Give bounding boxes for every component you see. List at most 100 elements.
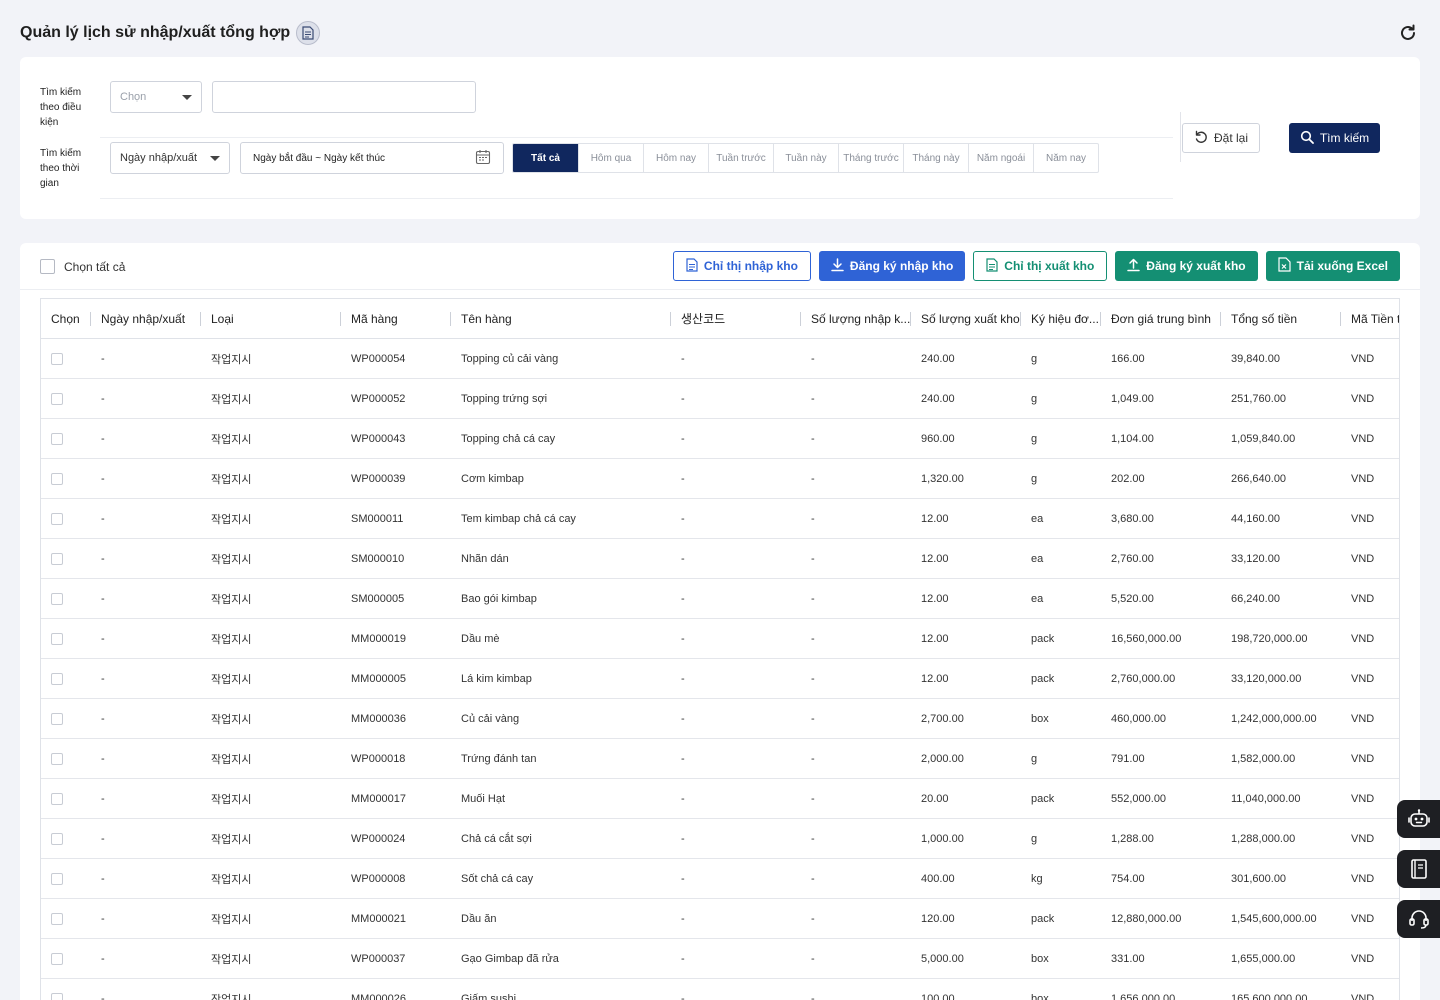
table-cell: 1,049.00: [1111, 392, 1154, 405]
table-cell: 754.00: [1111, 872, 1145, 885]
column-header[interactable]: Tổng số tiền: [1221, 299, 1341, 338]
table-row[interactable]: - 작업지시 SM000011 Tem kimbap chả cá cay - - 12.0…: [41, 499, 1399, 539]
time-type-select[interactable]: Ngày nhập/xuất: [110, 142, 230, 174]
page-header: Quản lý lịch sử nhập/xuất tổng hợp: [20, 18, 1420, 48]
row-checkbox[interactable]: [51, 872, 63, 885]
table-row[interactable]: - 작업지시 WP000052 Topping trứng sợi - - 240.00 g 1…: [41, 379, 1399, 419]
condition-input[interactable]: [212, 81, 476, 113]
table-cell: 작업지시: [211, 353, 252, 366]
row-checkbox[interactable]: [51, 752, 63, 765]
outbound-register-button[interactable]: Đăng ký xuất kho: [1115, 251, 1258, 281]
table-row[interactable]: - 작업지시 WP000039 Cơm kimbap - - 1,320.00 g 202.00…: [41, 459, 1399, 499]
table-row[interactable]: - 작업지시 MM000017 Muối Hạt - - 20.00 pack 552,000.…: [41, 779, 1399, 819]
inbound-register-button[interactable]: Đăng ký nhập kho: [818, 251, 966, 281]
period-tab-today[interactable]: Hôm nay: [643, 144, 708, 172]
page-title: Quản lý lịch sử nhập/xuất tổng hợp: [20, 24, 291, 41]
headset-support-icon[interactable]: [1397, 900, 1440, 938]
download-excel-button[interactable]: Tải xuống Excel: [1265, 251, 1400, 281]
row-checkbox[interactable]: [51, 432, 63, 445]
table-cell: -: [681, 792, 685, 805]
table-row[interactable]: - 작업지시 WP000024 Chả cá cắt sợi - - 1,000.00 g 1,…: [41, 819, 1399, 859]
upload-icon: [1127, 258, 1141, 275]
table-cell: Gạo Gimbap đã rửa: [461, 952, 559, 965]
row-checkbox[interactable]: [51, 832, 63, 845]
inbound-instruction-button[interactable]: Chỉ thị nhập kho: [672, 251, 811, 281]
table-row[interactable]: - 작업지시 MM000019 Dầu mè - - 12.00 pack 16,560,000…: [41, 619, 1399, 659]
condition-select[interactable]: Chọn: [110, 81, 202, 113]
document-icon[interactable]: [296, 21, 321, 45]
table-cell: -: [681, 752, 685, 765]
period-tab-this-week[interactable]: Tuần này: [773, 144, 838, 172]
row-checkbox[interactable]: [51, 672, 63, 685]
row-checkbox[interactable]: [51, 792, 63, 805]
floating-actions: [1397, 800, 1440, 938]
column-header[interactable]: Chọn: [41, 299, 91, 338]
table-row[interactable]: - 작업지시 SM000010 Nhãn dán - - 12.00 ea 2,760.00 33…: [41, 539, 1399, 579]
table-row[interactable]: - 작업지시 MM000036 Củ cải vàng - - 2,700.00 box 460…: [41, 699, 1399, 739]
column-header[interactable]: Mã hàng: [341, 299, 451, 338]
select-all-checkbox[interactable]: Chọn tất cả: [40, 259, 125, 274]
outbound-instruction-button[interactable]: Chỉ thị xuất kho: [973, 251, 1108, 281]
chatbot-icon[interactable]: [1397, 800, 1440, 838]
chevron-down-icon: [182, 94, 192, 100]
column-header[interactable]: Số lượng nhập k...: [801, 299, 911, 338]
period-tab-this-year[interactable]: Năm nay: [1033, 144, 1098, 172]
period-tab-yesterday[interactable]: Hôm qua: [578, 144, 643, 172]
table-cell: -: [811, 832, 815, 845]
table-row[interactable]: - 작업지시 SM000005 Bao gói kimbap - - 12.00 ea 5,52…: [41, 579, 1399, 619]
date-range-picker[interactable]: Ngày bắt đầu ~ Ngày kết thúc: [240, 142, 504, 174]
table-row[interactable]: - 작업지시 WP000008 Sốt chả cá cay - - 400.00 kg 754…: [41, 859, 1399, 899]
column-header[interactable]: 생산코드: [671, 299, 801, 338]
toolbar-divider: [20, 289, 1420, 290]
refresh-icon[interactable]: [1398, 23, 1418, 43]
period-tab-last-month[interactable]: Tháng trước: [838, 144, 903, 172]
row-checkbox[interactable]: [51, 552, 63, 565]
row-checkbox[interactable]: [51, 392, 63, 405]
row-select-cell: [41, 339, 91, 378]
row-checkbox[interactable]: [51, 592, 63, 605]
table-cell: 3,680.00: [1111, 512, 1154, 525]
table-row[interactable]: - 작업지시 WP000054 Topping củ cải vàng - - 240.00…: [41, 339, 1399, 379]
reset-button[interactable]: Đặt lại: [1182, 123, 1260, 153]
table-cell: 460,000.00: [1111, 712, 1167, 725]
table-row[interactable]: - 작업지시 WP000043 Topping chả cá cay - - 960.00 g…: [41, 419, 1399, 459]
column-header[interactable]: Mã Tiền tệ: [1341, 299, 1399, 338]
table-cell: 251,760.00: [1231, 392, 1287, 405]
row-checkbox[interactable]: [51, 912, 63, 925]
row-checkbox[interactable]: [51, 472, 63, 485]
period-tab-all[interactable]: Tất cả: [513, 144, 578, 172]
table-row[interactable]: - 작업지시 MM000005 Lá kim kimbap - - 12.00 pack 2,7…: [41, 659, 1399, 699]
table-row[interactable]: - 작업지시 MM000021 Dầu ăn - - 120.00 pack 12,880,00…: [41, 899, 1399, 939]
column-header[interactable]: Loại: [201, 299, 341, 338]
manual-book-icon[interactable]: [1397, 850, 1440, 888]
period-tab-this-month[interactable]: Tháng này: [903, 144, 968, 172]
table-cell: VND: [1351, 352, 1375, 365]
checkbox[interactable]: [40, 259, 55, 274]
column-header[interactable]: Ký hiệu đơ...: [1021, 299, 1101, 338]
table-cell: g: [1031, 472, 1038, 485]
table-cell: MM000019: [351, 632, 407, 645]
table-cell: SM000011: [351, 512, 404, 525]
row-checkbox[interactable]: [51, 712, 63, 725]
table-cell: VND: [1351, 872, 1375, 885]
row-checkbox[interactable]: [51, 632, 63, 645]
table-cell: VND: [1351, 712, 1375, 725]
search-button[interactable]: Tìm kiếm: [1289, 123, 1380, 153]
table-row[interactable]: - 작업지시 WP000018 Trứng đánh tan - - 2,000.00 g 79…: [41, 739, 1399, 779]
table-row[interactable]: - 작업지시 MM000026 Giấm sushi - - 100.00 box 1,656,…: [41, 979, 1399, 1000]
table-cell: Topping chả cá cay: [461, 432, 556, 445]
column-header[interactable]: Ngày nhập/xuất: [91, 299, 201, 338]
column-header[interactable]: Tên hàng: [451, 299, 671, 338]
table-row[interactable]: - 작업지시 WP000037 Gạo Gimbap đã rửa - - 5,000.00…: [41, 939, 1399, 979]
row-checkbox[interactable]: [51, 952, 63, 965]
period-tab-last-year[interactable]: Năm ngoái: [968, 144, 1033, 172]
column-header[interactable]: Số lượng xuất kho: [911, 299, 1021, 338]
row-checkbox[interactable]: [51, 512, 63, 525]
column-header[interactable]: Đơn giá trung bình: [1101, 299, 1221, 338]
table-cell: VND: [1351, 752, 1375, 765]
period-tab-last-week[interactable]: Tuần trước: [708, 144, 773, 172]
table-cell: 165,600,000.00: [1231, 992, 1308, 1000]
table-cell: -: [101, 872, 105, 885]
row-checkbox[interactable]: [51, 992, 63, 1000]
row-checkbox[interactable]: [51, 352, 63, 365]
